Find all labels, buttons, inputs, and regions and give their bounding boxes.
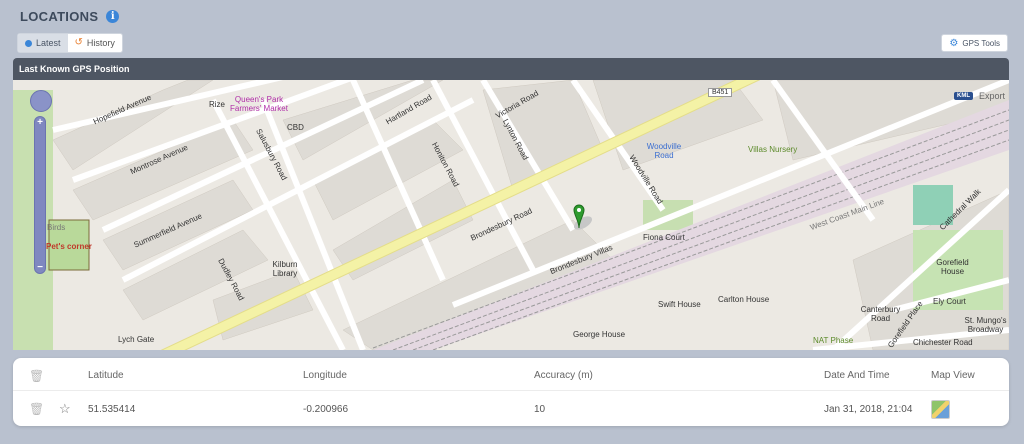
column-header-longitude[interactable]: Longitude	[303, 370, 347, 381]
zoom-out-icon[interactable]: −	[37, 262, 43, 273]
map-label-pets-corner: Pet's corner	[46, 242, 92, 251]
panel-title: Last Known GPS Position	[19, 64, 130, 74]
table-header-row: 🗑 Latitude Longitude Accuracy (m) Date A…	[13, 361, 1009, 391]
map-label-b451: B451	[708, 88, 733, 97]
cell-accuracy: 10	[534, 403, 546, 415]
map-label-birds: Birds	[47, 223, 66, 232]
history-label: History	[86, 38, 115, 48]
info-icon[interactable]: i	[106, 9, 120, 23]
export-label: Export	[978, 91, 1005, 101]
pan-control-icon[interactable]	[30, 90, 52, 112]
column-header-date[interactable]: Date And Time	[824, 370, 890, 381]
map-label-rize: Rize	[209, 100, 226, 109]
history-button[interactable]: ↺ History	[68, 34, 122, 52]
trash-icon[interactable]: 🗑	[29, 402, 44, 416]
column-header-accuracy[interactable]: Accuracy (m)	[534, 370, 593, 381]
map-label-gorefield-house: Gorefield House	[936, 258, 969, 276]
table-row[interactable]: 🗑 ☆ 51.535414 -0.200966 10 Jan 31, 2018,…	[13, 394, 1009, 424]
radio-dot-icon	[25, 39, 32, 47]
zoom-slider[interactable]: + −	[34, 116, 46, 274]
locations-table: 🗑 Latitude Longitude Accuracy (m) Date A…	[13, 358, 1009, 426]
map-label-chichester: Chichester Road	[913, 338, 973, 347]
page-title: LOCATIONS	[20, 8, 99, 24]
latest-label: Latest	[36, 38, 61, 48]
map-label-woodville-stop: Woodville Road	[646, 142, 682, 160]
cell-latitude: 51.535414	[88, 403, 136, 415]
gps-tools-label: GPS Tools	[962, 38, 1000, 48]
map-label-canterbury: Canterbury Road	[860, 305, 901, 323]
kml-icon: KML	[953, 92, 973, 100]
trash-icon[interactable]: 🗑	[29, 369, 44, 383]
map-label-nat-phase: NAT Phase	[813, 336, 854, 345]
map-label-st-mungos: St. Mungo's Broadway	[964, 316, 1007, 334]
map-label-ely-court: Ely Court	[933, 297, 966, 306]
map-label-swift-house: Swift House	[658, 300, 701, 309]
panel-title-bar: Last Known GPS Position	[13, 58, 1009, 80]
google-maps-icon[interactable]	[931, 399, 950, 419]
zoom-in-icon[interactable]: +	[37, 117, 43, 128]
map-view[interactable]: + − KML Export Hopefield Avenue Montrose…	[13, 80, 1009, 350]
star-icon[interactable]: ☆	[59, 401, 71, 417]
gear-icon: ⚙	[949, 37, 959, 49]
map-label-george-house: George House	[573, 330, 626, 339]
cell-date: Jan 31, 2018, 21:04	[824, 403, 913, 415]
map-label-carlton-house: Carlton House	[718, 295, 770, 304]
map-label-farmers-market: Queen's Park Farmers' Market	[230, 95, 288, 113]
map-label-kilburn-library: Kilburn Library	[272, 260, 298, 278]
cell-longitude: -0.200966	[303, 403, 349, 415]
column-header-map-view: Map View	[931, 370, 975, 381]
map-label-fiona-court: Fiona Court	[643, 233, 685, 242]
export-control[interactable]: KML Export	[953, 91, 1005, 101]
map-label-lych-gate: Lych Gate	[118, 335, 155, 344]
latest-button[interactable]: Latest	[18, 34, 68, 52]
map-view-cell[interactable]	[931, 399, 950, 419]
history-icon: ↺	[74, 37, 83, 48]
map-label-cbd: CBD	[287, 123, 304, 132]
view-toggle: Latest ↺ History	[17, 33, 123, 53]
gps-tools-button[interactable]: ⚙ GPS Tools	[941, 34, 1008, 52]
page-header: LOCATIONS i	[20, 7, 120, 25]
column-header-latitude[interactable]: Latitude	[88, 370, 124, 381]
map-label-villas-nursery: Villas Nursery	[748, 145, 798, 154]
